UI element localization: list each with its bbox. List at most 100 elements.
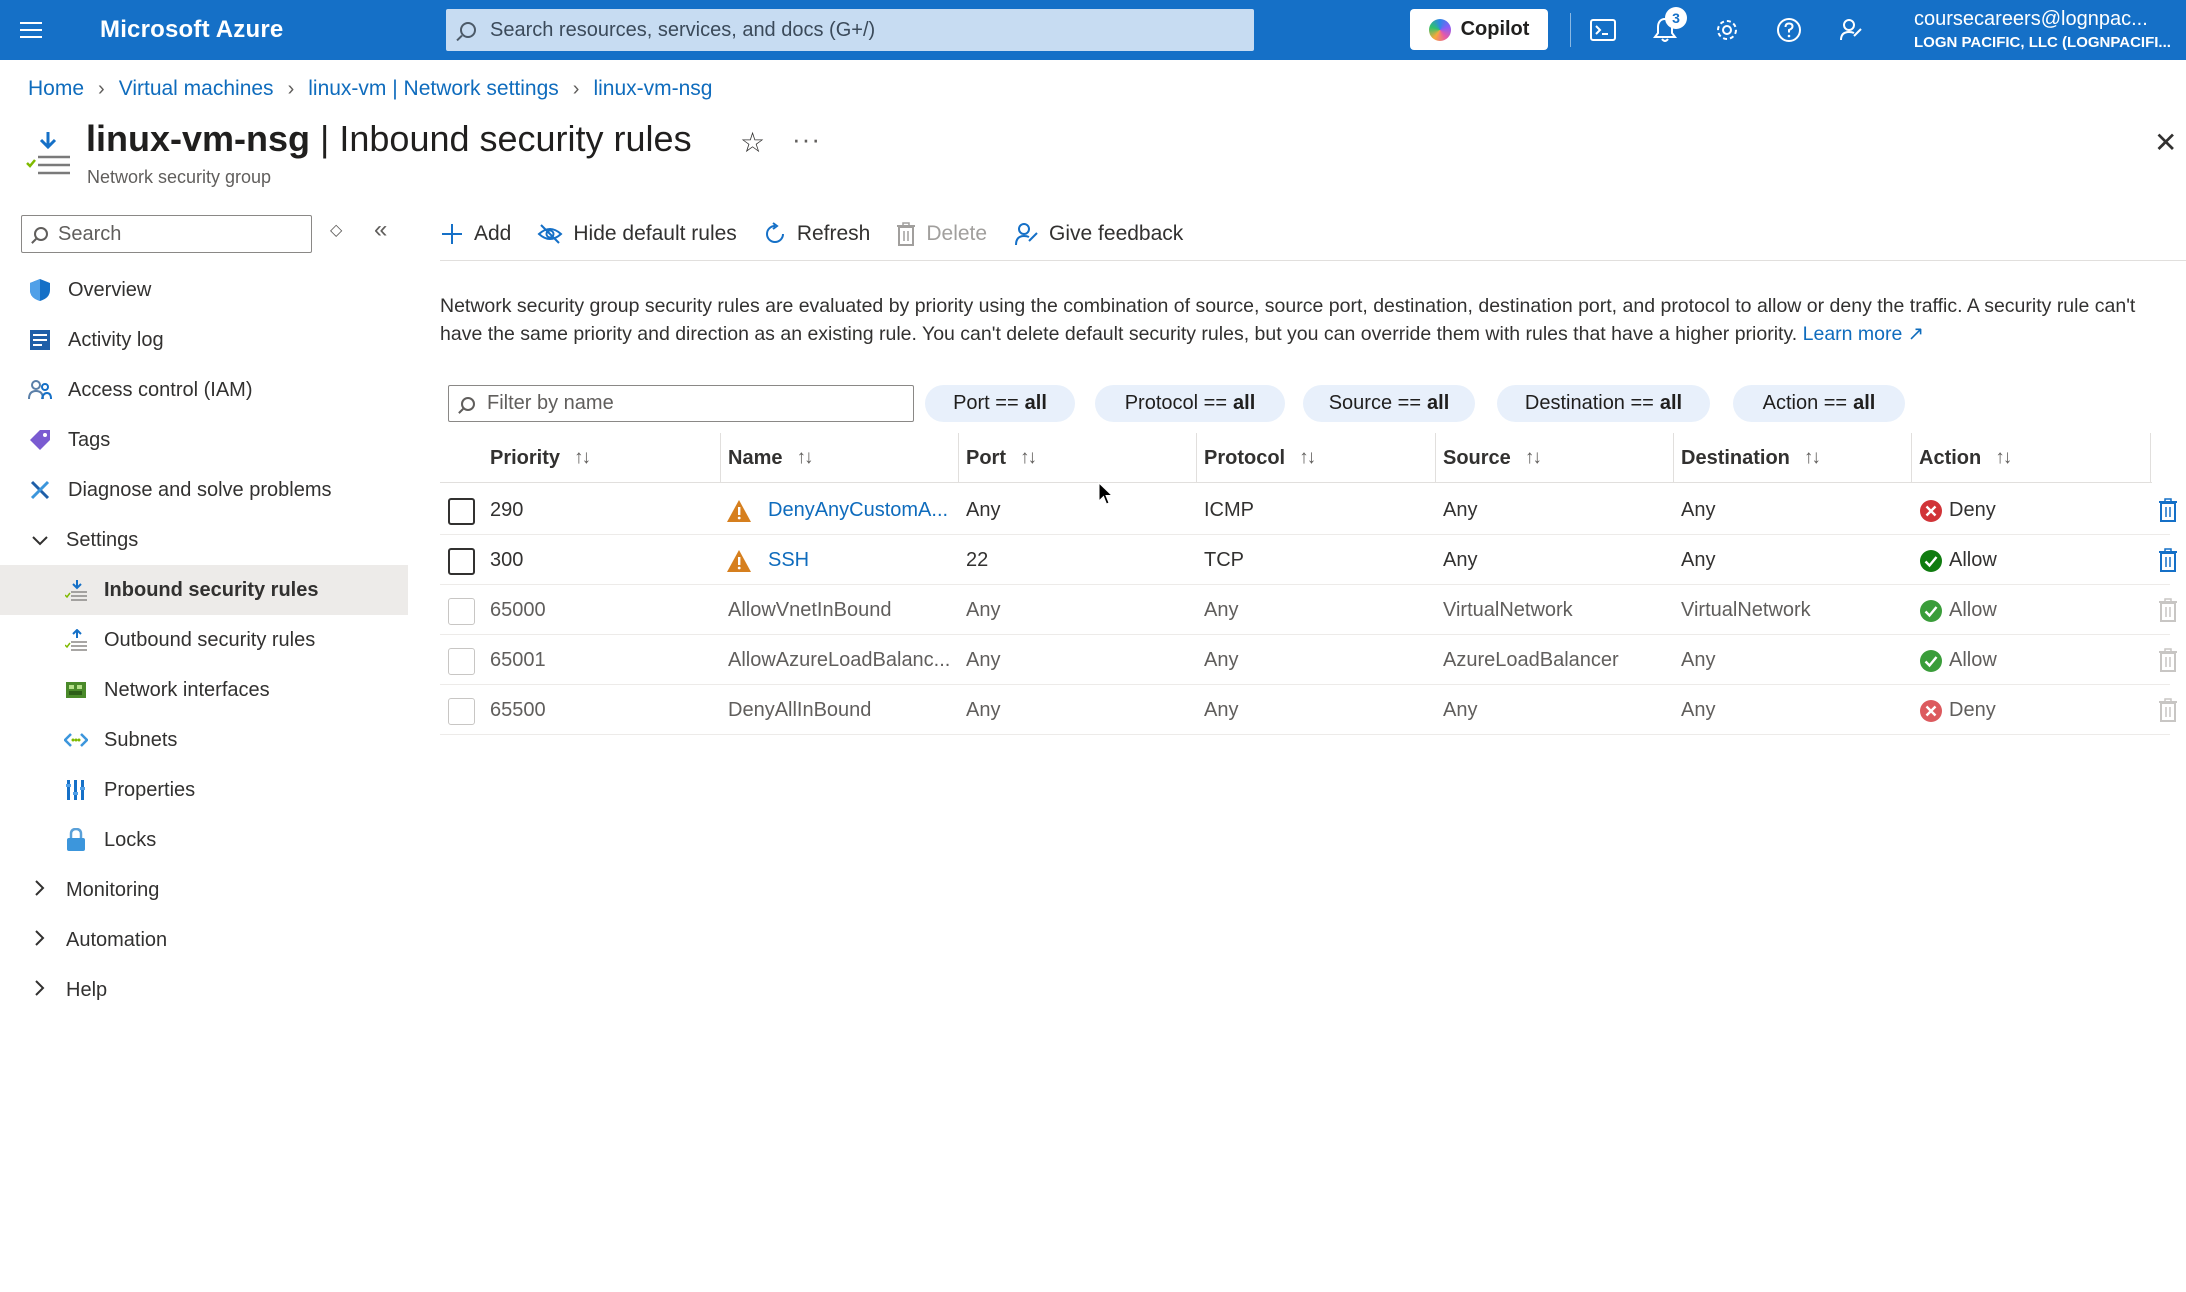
sidebar-item-activity-log[interactable]: Activity log — [0, 315, 408, 365]
account-menu[interactable]: coursecareers@lognpac... LOGN PACIFIC, L… — [1914, 8, 2186, 51]
sidebar-item-overview[interactable]: Overview — [0, 265, 408, 315]
brand-logo[interactable]: Microsoft Azure — [100, 16, 442, 44]
column-resize-handle[interactable] — [1196, 433, 1197, 483]
sort-icon: ↑↓ — [1524, 447, 1542, 468]
sidebar-item-tags[interactable]: Tags — [0, 415, 408, 465]
column-header-action[interactable]: Action ↑↓ — [1919, 433, 2012, 483]
add-button[interactable]: Add — [440, 222, 511, 246]
rule-name-link[interactable]: DenyAnyCustomA... — [768, 486, 948, 535]
sidebar-group-monitoring[interactable]: Monitoring — [0, 865, 408, 915]
give-feedback-button[interactable]: Give feedback — [1013, 221, 1183, 247]
chevron-right-icon — [28, 879, 52, 901]
delete-rule-icon — [2158, 598, 2178, 627]
table-row[interactable]: 65001 AllowAzureLoadBalanc... Any Any Az… — [440, 636, 2177, 685]
column-header-protocol[interactable]: Protocol ↑↓ — [1204, 433, 1316, 483]
table-row[interactable]: 65500 DenyAllInBound Any Any Any Any Den… — [440, 686, 2177, 735]
breadcrumb-network-settings[interactable]: linux-vm | Network settings — [308, 77, 559, 101]
sidebar-item-label: Diagnose and solve problems — [68, 478, 332, 501]
blade-title: | Inbound security rules — [310, 118, 692, 159]
plus-icon — [440, 222, 464, 246]
sidebar-item-locks[interactable]: Locks — [0, 815, 408, 865]
column-resize-handle[interactable] — [958, 433, 959, 483]
breadcrumb-virtual-machines[interactable]: Virtual machines — [119, 77, 274, 101]
column-resize-handle[interactable] — [1911, 433, 1912, 483]
sidebar-item-outbound-rules[interactable]: Outbound security rules — [0, 615, 408, 665]
page-title: linux-vm-nsg | Inbound security rules — [86, 118, 692, 160]
subnet-icon — [64, 728, 88, 752]
row-checkbox[interactable] — [448, 548, 475, 575]
row-checkbox — [448, 698, 475, 725]
favorite-star-icon[interactable]: ☆ — [740, 126, 765, 159]
breadcrumb-nsg[interactable]: linux-vm-nsg — [593, 77, 712, 101]
sidebar-item-label: Locks — [104, 828, 157, 851]
help-icon[interactable] — [1773, 14, 1805, 46]
table-row[interactable]: 300 SSH 22 TCP Any Any Allow — [440, 536, 2177, 585]
settings-gear-icon[interactable] — [1711, 14, 1743, 46]
table-row[interactable]: 65000 AllowVnetInBound Any Any VirtualNe… — [440, 586, 2177, 635]
source-filter-pill[interactable]: Source == all — [1303, 385, 1475, 422]
filter-by-name-input[interactable]: Filter by name — [448, 385, 914, 422]
collapse-sidebar-icon[interactable]: « — [374, 216, 387, 244]
priority-cell: 300 — [490, 549, 524, 571]
sidebar-search-placeholder: Search — [58, 222, 122, 245]
port-filter-pill[interactable]: Port == all — [925, 385, 1075, 422]
close-icon[interactable]: ✕ — [2154, 126, 2177, 159]
feedback-label: Give feedback — [1049, 222, 1184, 245]
column-header-priority[interactable]: Priority ↑↓ — [490, 433, 591, 483]
sidebar-item-inbound-rules[interactable]: Inbound security rules — [0, 565, 408, 615]
hide-default-rules-button[interactable]: Hide default rules — [537, 222, 737, 246]
destination-cell: VirtualNetwork — [1681, 599, 1811, 621]
refresh-button[interactable]: Refresh — [763, 222, 870, 246]
delete-button[interactable]: Delete — [896, 222, 987, 246]
source-cell: AzureLoadBalancer — [1443, 649, 1619, 671]
column-resize-handle[interactable] — [720, 433, 721, 483]
column-resize-handle[interactable] — [1435, 433, 1436, 483]
sidebar-item-subnets[interactable]: Subnets — [0, 715, 408, 765]
sidebar-group-automation[interactable]: Automation — [0, 915, 408, 965]
protocol-filter-pill[interactable]: Protocol == all — [1095, 385, 1285, 422]
sidebar-item-label: Tags — [68, 428, 111, 451]
warning-icon — [726, 536, 752, 585]
pill-key: Destination == — [1524, 392, 1654, 414]
cloud-shell-icon[interactable] — [1587, 14, 1619, 46]
command-bar-divider — [440, 260, 2186, 261]
rules-table-header: Priority ↑↓ Name ↑↓ Port ↑↓ Protocol ↑↓ Sour… — [440, 433, 2152, 483]
column-resize-handle[interactable] — [1673, 433, 1674, 483]
deny-icon — [1919, 486, 1943, 535]
inbound-rules-icon — [26, 130, 72, 178]
shield-icon — [28, 278, 52, 302]
rule-name-link[interactable]: SSH — [768, 536, 809, 585]
chevron-down-icon — [28, 530, 52, 551]
sidebar-group-help[interactable]: Help — [0, 965, 408, 1015]
people-icon — [28, 378, 52, 402]
learn-more-link[interactable]: Learn more ↗ — [1803, 323, 1924, 345]
more-options-icon[interactable]: ··· — [792, 124, 821, 155]
portal-menu-icon[interactable] — [0, 0, 62, 60]
column-header-port[interactable]: Port ↑↓ — [966, 433, 1037, 483]
priority-cell: 290 — [490, 499, 524, 521]
sidebar-search-input[interactable]: Search — [21, 215, 312, 253]
delete-rule-icon[interactable] — [2158, 548, 2178, 577]
sidebar-item-diagnose[interactable]: Diagnose and solve problems — [0, 465, 408, 515]
destination-filter-pill[interactable]: Destination == all — [1497, 385, 1710, 422]
port-cell: 22 — [966, 549, 989, 571]
action-filter-pill[interactable]: Action == all — [1733, 385, 1905, 422]
sidebar-group-settings[interactable]: Settings — [0, 515, 408, 565]
column-header-source[interactable]: Source ↑↓ — [1443, 433, 1542, 483]
delete-rule-icon[interactable] — [2158, 498, 2178, 527]
row-checkbox[interactable] — [448, 498, 475, 525]
sidebar-item-properties[interactable]: Properties — [0, 765, 408, 815]
global-search-input[interactable]: Search resources, services, and docs (G+… — [446, 9, 1254, 51]
copilot-button[interactable]: Copilot — [1410, 9, 1548, 50]
table-row[interactable]: 290 DenyAnyCustomA... Any ICMP Any Any D… — [440, 486, 2177, 535]
rule-name-cell: DenyAllInBound — [728, 699, 872, 721]
sidebar-item-network-interfaces[interactable]: Network interfaces — [0, 665, 408, 715]
column-resize-handle[interactable] — [2150, 433, 2151, 483]
sidebar-item-access-control[interactable]: Access control (IAM) — [0, 365, 408, 415]
expand-collapse-icon[interactable]: ◇ — [330, 220, 342, 240]
breadcrumb-home[interactable]: Home — [28, 77, 84, 101]
column-header-destination[interactable]: Destination ↑↓ — [1681, 433, 1821, 483]
feedback-icon[interactable] — [1835, 14, 1867, 46]
column-header-name[interactable]: Name ↑↓ — [728, 433, 813, 483]
column-header-label: Protocol — [1204, 446, 1286, 469]
